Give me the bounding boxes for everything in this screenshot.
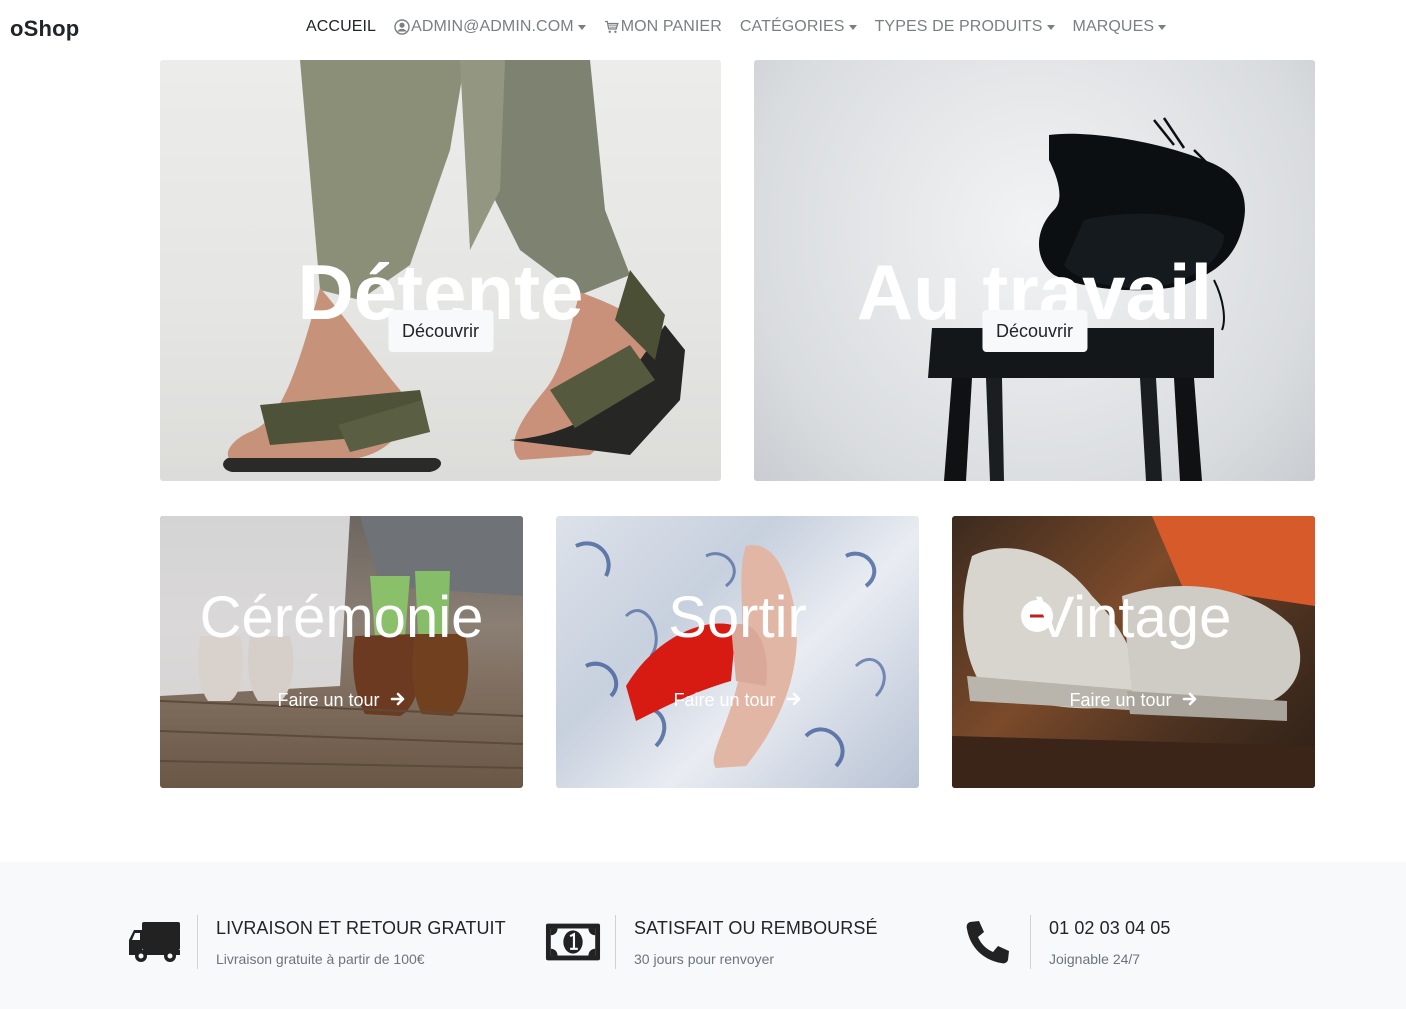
category-title: Vintage: [1035, 585, 1232, 650]
feature-refund: Satisfait ou remboursé 30 jours pour ren…: [545, 914, 878, 970]
user-circle-icon: [394, 19, 410, 35]
nav-item-label: Accueil: [306, 18, 377, 35]
feature-title: Livraison et retour gratuit: [216, 917, 506, 938]
feature-divider: [197, 915, 198, 969]
nav-item-cart[interactable]: Mon panier: [604, 18, 722, 36]
tour-link-label: Faire un tour: [1069, 690, 1172, 710]
navbar: oShop Accueil admin@admin.com Mon panier…: [0, 0, 1406, 58]
discover-button[interactable]: Découvrir: [981, 310, 1088, 352]
truck-icon: [127, 914, 183, 970]
tour-link[interactable]: Faire un tour: [952, 690, 1315, 712]
chevron-down-icon: [577, 24, 586, 30]
chevron-down-icon: [848, 24, 857, 30]
category-image-sneakers: [952, 516, 1315, 788]
feature-phone: 01 02 03 04 05 Joignable 24/7: [960, 914, 1171, 970]
feature-shipping: Livraison et retour gratuit Livraison gr…: [127, 914, 506, 970]
tour-link[interactable]: Faire un tour: [556, 690, 919, 712]
brand-logo[interactable]: oShop: [10, 16, 79, 42]
hero-card-au-travail: Au travail Découvrir: [754, 60, 1315, 481]
feature-divider: [615, 915, 616, 969]
nav-item-label: Types de produits: [874, 18, 1043, 35]
feature-text: Satisfait ou remboursé 30 jours pour ren…: [634, 918, 878, 967]
nav-item-categories[interactable]: Catégories: [740, 18, 857, 36]
nav-item-brands[interactable]: Marques: [1073, 18, 1167, 36]
nav-item-accueil[interactable]: Accueil: [306, 18, 376, 36]
hero-card-detente: Détente Découvrir: [160, 60, 721, 481]
nav-item-label: Catégories: [739, 18, 845, 35]
category-card-ceremonie: Cérémonie Faire un tour: [160, 516, 523, 788]
arrow-right-icon: [1182, 691, 1198, 712]
discover-button[interactable]: Découvrir: [387, 310, 494, 352]
category-title: Cérémonie: [199, 585, 484, 650]
feature-title: 01 02 03 04 05: [1049, 917, 1171, 938]
arrow-right-icon: [786, 691, 802, 712]
category-image-heels: [556, 516, 919, 788]
category-card-sortir: Sortir Faire un tour: [556, 516, 919, 788]
main-nav: Accueil admin@admin.com Mon panier Catég…: [306, 18, 1184, 36]
feature-title: Satisfait ou remboursé: [634, 917, 878, 938]
arrow-right-icon: [390, 691, 406, 712]
chevron-down-icon: [1158, 24, 1167, 30]
features-strip: Livraison et retour gratuit Livraison gr…: [0, 862, 1406, 1009]
nav-item-label: Mon panier: [620, 18, 722, 35]
feature-subtitle: Joignable 24/7: [1049, 950, 1141, 967]
category-title: Sortir: [668, 585, 807, 650]
money-bill-icon: [545, 914, 601, 970]
cart-icon: [604, 19, 620, 35]
nav-item-product-types[interactable]: Types de produits: [875, 18, 1055, 36]
nav-item-label: Marques: [1072, 18, 1155, 35]
nav-item-label: admin@admin.com: [411, 18, 574, 35]
feature-subtitle: Livraison gratuite à partir de 100€: [216, 950, 425, 967]
feature-subtitle: 30 jours pour renvoyer: [634, 950, 775, 967]
chevron-down-icon: [1046, 24, 1055, 30]
tour-link[interactable]: Faire un tour: [160, 690, 523, 712]
nav-item-account[interactable]: admin@admin.com: [394, 18, 586, 36]
feature-text: Livraison et retour gratuit Livraison gr…: [216, 918, 506, 967]
category-card-vintage: Vintage Faire un tour: [952, 516, 1315, 788]
phone-icon: [960, 914, 1016, 970]
tour-link-label: Faire un tour: [673, 690, 776, 710]
category-image-wedding-shoes: [160, 516, 523, 788]
feature-text: 01 02 03 04 05 Joignable 24/7: [1049, 918, 1171, 967]
tour-link-label: Faire un tour: [277, 690, 380, 710]
feature-divider: [1030, 915, 1031, 969]
